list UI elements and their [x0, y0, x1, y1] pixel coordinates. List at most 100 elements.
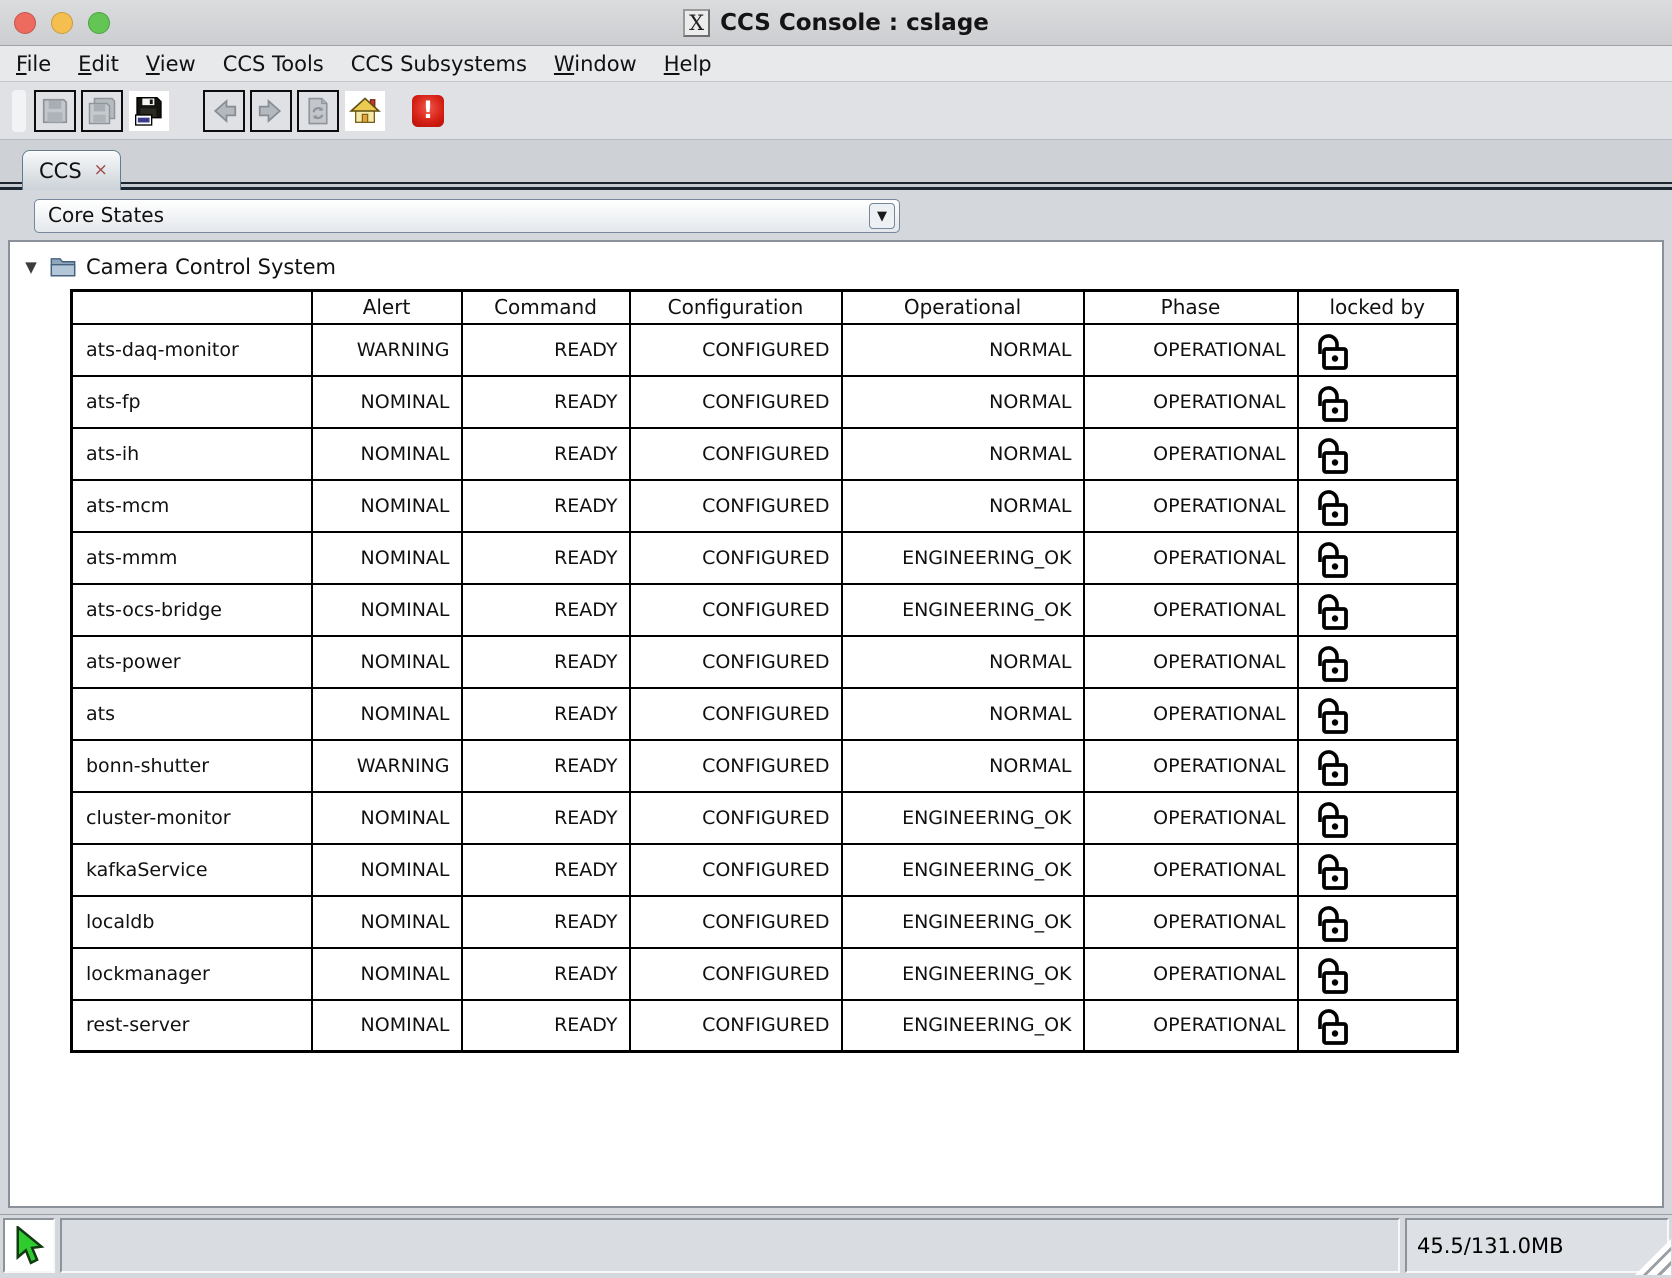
cell-operational[interactable]: ENGINEERING_OK	[842, 792, 1084, 844]
cell-phase[interactable]: OPERATIONAL	[1084, 636, 1298, 688]
unlocked-padlock-icon[interactable]	[1315, 536, 1351, 580]
unlocked-padlock-icon[interactable]	[1315, 952, 1351, 996]
cell-configuration[interactable]: CONFIGURED	[630, 532, 842, 584]
cell-subsystem-name[interactable]: ats-daq-monitor	[72, 324, 312, 376]
cell-command[interactable]: READY	[462, 532, 630, 584]
cell-phase[interactable]: OPERATIONAL	[1084, 584, 1298, 636]
cell-configuration[interactable]: CONFIGURED	[630, 948, 842, 1000]
cell-alert[interactable]: NOMINAL	[312, 636, 462, 688]
cell-command[interactable]: READY	[462, 740, 630, 792]
tree-node-camera-control-system[interactable]: ▼ Camera Control System	[10, 242, 1662, 279]
cell-locked-by[interactable]	[1298, 688, 1458, 740]
cell-configuration[interactable]: CONFIGURED	[630, 428, 842, 480]
cell-configuration[interactable]: CONFIGURED	[630, 844, 842, 896]
cell-configuration[interactable]: CONFIGURED	[630, 1000, 842, 1052]
cell-operational[interactable]: ENGINEERING_OK	[842, 844, 1084, 896]
cell-operational[interactable]: NORMAL	[842, 636, 1084, 688]
cell-phase[interactable]: OPERATIONAL	[1084, 1000, 1298, 1052]
unlocked-padlock-icon[interactable]	[1315, 380, 1351, 424]
cell-alert[interactable]: WARNING	[312, 324, 462, 376]
cell-command[interactable]: READY	[462, 948, 630, 1000]
cell-alert[interactable]: WARNING	[312, 740, 462, 792]
cell-alert[interactable]: NOMINAL	[312, 584, 462, 636]
cell-alert[interactable]: NOMINAL	[312, 428, 462, 480]
cell-subsystem-name[interactable]: ats-ih	[72, 428, 312, 480]
cell-phase[interactable]: OPERATIONAL	[1084, 792, 1298, 844]
cell-operational[interactable]: ENGINEERING_OK	[842, 584, 1084, 636]
cell-command[interactable]: READY	[462, 480, 630, 532]
cell-locked-by[interactable]	[1298, 844, 1458, 896]
cell-phase[interactable]: OPERATIONAL	[1084, 844, 1298, 896]
cell-phase[interactable]: OPERATIONAL	[1084, 324, 1298, 376]
cell-locked-by[interactable]	[1298, 480, 1458, 532]
cell-alert[interactable]: NOMINAL	[312, 376, 462, 428]
cell-command[interactable]: READY	[462, 844, 630, 896]
cell-subsystem-name[interactable]: localdb	[72, 896, 312, 948]
cell-phase[interactable]: OPERATIONAL	[1084, 480, 1298, 532]
unlocked-padlock-icon[interactable]	[1315, 744, 1351, 788]
menu-window[interactable]: Window	[554, 52, 637, 76]
cell-configuration[interactable]: CONFIGURED	[630, 740, 842, 792]
cell-configuration[interactable]: CONFIGURED	[630, 688, 842, 740]
cell-configuration[interactable]: CONFIGURED	[630, 324, 842, 376]
cell-locked-by[interactable]	[1298, 896, 1458, 948]
cell-locked-by[interactable]	[1298, 532, 1458, 584]
view-selector[interactable]: Core States ▼	[34, 199, 900, 233]
cell-configuration[interactable]: CONFIGURED	[630, 584, 842, 636]
menu-edit[interactable]: Edit	[78, 52, 119, 76]
cell-alert[interactable]: NOMINAL	[312, 532, 462, 584]
unlocked-padlock-icon[interactable]	[1315, 1003, 1351, 1047]
cell-subsystem-name[interactable]: ats-fp	[72, 376, 312, 428]
chevron-down-icon[interactable]: ▼	[869, 203, 895, 229]
cell-operational[interactable]: ENGINEERING_OK	[842, 1000, 1084, 1052]
menu-ccs-tools[interactable]: CCS Tools	[223, 52, 324, 76]
cell-alert[interactable]: NOMINAL	[312, 1000, 462, 1052]
cell-operational[interactable]: NORMAL	[842, 324, 1084, 376]
cell-operational[interactable]: ENGINEERING_OK	[842, 948, 1084, 1000]
cell-command[interactable]: READY	[462, 324, 630, 376]
cell-alert[interactable]: NOMINAL	[312, 896, 462, 948]
alert-button[interactable]: !	[407, 90, 449, 132]
cell-subsystem-name[interactable]: bonn-shutter	[72, 740, 312, 792]
unlocked-padlock-icon[interactable]	[1315, 848, 1351, 892]
cell-configuration[interactable]: CONFIGURED	[630, 636, 842, 688]
tab-ccs[interactable]: CCS ×	[22, 150, 121, 190]
cell-operational[interactable]: ENGINEERING_OK	[842, 896, 1084, 948]
unlocked-padlock-icon[interactable]	[1315, 588, 1351, 632]
cell-phase[interactable]: OPERATIONAL	[1084, 532, 1298, 584]
cell-alert[interactable]: NOMINAL	[312, 792, 462, 844]
home-button[interactable]	[344, 90, 386, 132]
cell-operational[interactable]: NORMAL	[842, 376, 1084, 428]
cell-locked-by[interactable]	[1298, 584, 1458, 636]
cell-phase[interactable]: OPERATIONAL	[1084, 428, 1298, 480]
cell-operational[interactable]: NORMAL	[842, 688, 1084, 740]
cell-subsystem-name[interactable]: ats-power	[72, 636, 312, 688]
unlocked-padlock-icon[interactable]	[1315, 796, 1351, 840]
cell-configuration[interactable]: CONFIGURED	[630, 376, 842, 428]
save-as-button[interactable]	[128, 90, 170, 132]
cell-operational[interactable]: NORMAL	[842, 428, 1084, 480]
tab-close-icon[interactable]: ×	[94, 162, 108, 179]
cell-operational[interactable]: ENGINEERING_OK	[842, 532, 1084, 584]
cell-alert[interactable]: NOMINAL	[312, 844, 462, 896]
unlocked-padlock-icon[interactable]	[1315, 432, 1351, 476]
cell-phase[interactable]: OPERATIONAL	[1084, 688, 1298, 740]
cell-locked-by[interactable]	[1298, 428, 1458, 480]
cell-configuration[interactable]: CONFIGURED	[630, 792, 842, 844]
cell-locked-by[interactable]	[1298, 1000, 1458, 1052]
cell-subsystem-name[interactable]: ats-mcm	[72, 480, 312, 532]
cell-locked-by[interactable]	[1298, 792, 1458, 844]
cell-alert[interactable]: NOMINAL	[312, 688, 462, 740]
unlocked-padlock-icon[interactable]	[1315, 900, 1351, 944]
cell-operational[interactable]: NORMAL	[842, 480, 1084, 532]
menu-ccs-subsystems[interactable]: CCS Subsystems	[351, 52, 527, 76]
menu-view[interactable]: View	[146, 52, 196, 76]
cell-phase[interactable]: OPERATIONAL	[1084, 896, 1298, 948]
cell-phase[interactable]: OPERATIONAL	[1084, 948, 1298, 1000]
menu-help[interactable]: Help	[664, 52, 712, 76]
cell-locked-by[interactable]	[1298, 740, 1458, 792]
cell-command[interactable]: READY	[462, 376, 630, 428]
cell-alert[interactable]: NOMINAL	[312, 948, 462, 1000]
cell-configuration[interactable]: CONFIGURED	[630, 896, 842, 948]
unlocked-padlock-icon[interactable]	[1315, 328, 1351, 372]
